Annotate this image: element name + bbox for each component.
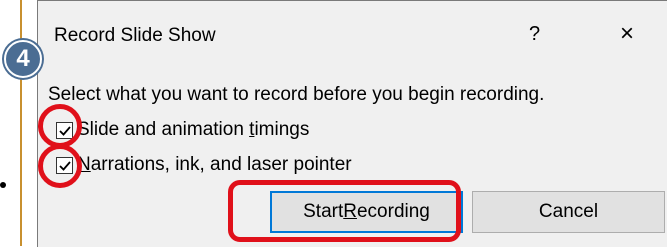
- narrations-label: Narrations, ink, and laser pointer: [77, 154, 352, 175]
- highlight-ring-narrations: [38, 144, 82, 188]
- highlight-ring-timings: [38, 104, 82, 148]
- cancel-button[interactable]: Cancel: [472, 191, 665, 233]
- help-button[interactable]: ?: [529, 23, 540, 46]
- highlight-box-start-recording: [228, 180, 461, 242]
- dialog-title: Record Slide Show: [54, 25, 216, 46]
- bullet-dot: [0, 182, 6, 188]
- close-icon[interactable]: ×: [620, 20, 634, 48]
- timings-option[interactable]: Slide and animation timings: [56, 119, 309, 141]
- step-number-badge: 4: [4, 40, 42, 78]
- timings-label: Slide and animation timings: [77, 119, 310, 140]
- instruction-text: Select what you want to record before yo…: [48, 84, 545, 105]
- narrations-option[interactable]: Narrations, ink, and laser pointer: [56, 154, 352, 176]
- document-margin-stripe: [0, 0, 22, 246]
